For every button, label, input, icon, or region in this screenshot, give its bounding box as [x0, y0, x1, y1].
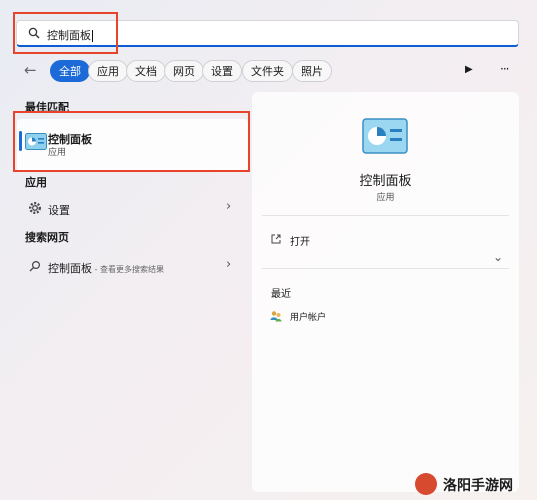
expand-chevron-icon[interactable]: ⌄ [493, 250, 503, 264]
best-match-highlight-box [13, 111, 250, 172]
control-panel-large-icon [362, 118, 408, 154]
filter-tab-settings[interactable]: 设置 [202, 60, 242, 82]
filter-tab-folders[interactable]: 文件夹 [242, 60, 293, 82]
search-icon [29, 260, 41, 272]
filter-tab-documents[interactable]: 文档 [126, 60, 166, 82]
user-accounts-icon [270, 311, 282, 322]
chevron-right-icon: › [226, 257, 232, 272]
apps-header: 应用 [25, 176, 47, 189]
watermark-badge [415, 473, 437, 495]
filter-tab-web[interactable]: 网页 [164, 60, 204, 82]
watermark-logo: 洛阳手游网 [415, 472, 525, 496]
open-external-icon [271, 234, 281, 244]
app-item-settings[interactable]: 设置 › [17, 196, 245, 220]
back-arrow-icon[interactable]: ← [24, 61, 37, 79]
recent-header: 最近 [271, 289, 291, 300]
more-options-icon[interactable]: ··· [500, 62, 510, 76]
detail-title: 控制面板 [359, 174, 412, 189]
filter-tab-apps[interactable]: 应用 [88, 60, 128, 82]
divider [262, 268, 509, 269]
open-action[interactable]: 打开 [262, 230, 462, 250]
app-item-label: 设置 [48, 204, 70, 217]
web-search-item[interactable]: 控制面板 - 查看更多搜索结果 › [17, 254, 245, 278]
filter-bar: ← 全部 应用 文档 网页 设置 文件夹 照片 ▶ ··· [20, 60, 525, 84]
watermark-text: 洛阳手游网 [443, 478, 513, 494]
recent-item[interactable]: 用户帐户 [262, 307, 462, 327]
filter-tab-all[interactable]: 全部 [50, 60, 90, 82]
search-highlight-box [13, 12, 118, 54]
web-search-label: 控制面板 - 查看更多搜索结果 [48, 262, 164, 275]
play-icon[interactable]: ▶ [465, 64, 473, 75]
filter-tab-photos[interactable]: 照片 [292, 60, 332, 82]
recent-item-label: 用户帐户 [290, 313, 327, 323]
chevron-right-icon: › [226, 199, 232, 214]
gear-icon [28, 201, 42, 215]
detail-pane: 控制面板 应用 打开 ⌄ 最近 用户帐户 [252, 92, 519, 492]
open-label: 打开 [290, 237, 310, 248]
divider [262, 215, 509, 216]
detail-subtitle: 应用 [376, 193, 395, 203]
search-web-header: 搜索网页 [25, 231, 69, 244]
